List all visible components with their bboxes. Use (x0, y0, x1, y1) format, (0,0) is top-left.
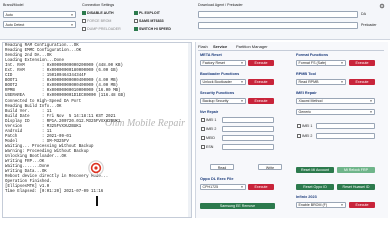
imei1-row[interactable]: IMEI 1 (201, 118, 216, 123)
chevron-down-icon: ▼ (70, 22, 74, 27)
chevron-down-icon: ▼ (240, 99, 244, 103)
download-agent-label: Download Agent / Preloader (198, 3, 243, 7)
reset-huawei-id-button[interactable]: Reset Huawei ID (337, 184, 375, 190)
checkbox-icon (134, 27, 138, 31)
samsung-ee-remove-button[interactable]: Samsung EE Remove (200, 203, 275, 209)
chevron-down-icon: ▼ (240, 61, 244, 65)
opt-pl-exploit[interactable]: PL EXPLOIT (134, 11, 160, 16)
imei2-right-row[interactable]: IMEI 2 (297, 134, 312, 139)
rpmb-execute-button[interactable]: Execute (349, 79, 375, 85)
bootloader-execute-button[interactable]: Execute (248, 79, 274, 85)
opt-sams[interactable]: SAMS MT6833 (134, 19, 164, 24)
reset-mi-account-button[interactable]: Reset Mi Account (296, 167, 334, 173)
connection-settings-label: Connection Settings (82, 3, 115, 7)
checkbox-icon (201, 145, 205, 149)
settings-icon[interactable] (378, 2, 386, 10)
oppo-select[interactable]: CPH1725 ▼ (200, 184, 246, 190)
opt-dump-preloader[interactable]: DUMP PRELOADER (82, 27, 121, 32)
nvr-repair-label: Nvr Repair (200, 110, 219, 114)
checkbox-icon (201, 127, 205, 131)
imei2-right-input[interactable] (316, 133, 375, 139)
format-execute-button[interactable]: Execute (349, 60, 375, 66)
security-functions-label: Security Functions (200, 91, 235, 95)
model-select-value: Auto Detect (5, 22, 25, 27)
generic-select[interactable]: Generic ▼ (296, 109, 375, 115)
chevron-down-icon: ▼ (340, 80, 344, 84)
chevron-down-icon: ▼ (240, 185, 244, 189)
checkbox-icon (134, 11, 138, 15)
chevron-down-icon: ▼ (369, 110, 373, 114)
opt-switch-hi-speed[interactable]: SWITCH HI SPEED (134, 27, 171, 32)
opt-disable-auth[interactable]: DISABLE AUTH (82, 11, 114, 16)
esn-row[interactable]: ESN (201, 145, 213, 150)
format-select[interactable]: Format FS (Safe) ▼ (296, 60, 346, 66)
chevron-down-icon: ▼ (369, 99, 373, 103)
tab-service[interactable]: Service (213, 45, 227, 49)
text-cursor-icon (96, 196, 98, 206)
imei-method-select[interactable]: Xiaomi Method ▼ (296, 98, 375, 104)
preloader-label: Preloader (361, 22, 377, 27)
oppo-execute-button[interactable]: Execute (248, 184, 274, 190)
model-select[interactable]: Auto Detect ▼ (3, 21, 76, 28)
meid-row[interactable]: MEID (201, 136, 215, 141)
imei-repair-label: IMEI Repair (296, 91, 317, 95)
reset-oppo-id-button[interactable]: Reset Oppo ID (296, 184, 334, 190)
checkbox-icon (297, 134, 301, 138)
watermark-text: Ohm Mobile Repair (105, 118, 185, 129)
security-select[interactable]: Backup Security ▼ (200, 98, 246, 104)
mi-relock-frp-button[interactable]: Mi Relock FRP (337, 167, 375, 173)
bootloader-select[interactable]: Unlock Bootloader ▼ (200, 79, 246, 85)
meta-execute-button[interactable]: Execute (248, 60, 274, 66)
chevron-down-icon: ▼ (240, 80, 244, 84)
preloader-path-field[interactable] (198, 22, 358, 29)
watermark-logo (88, 160, 104, 176)
checkbox-icon (201, 118, 205, 122)
opt-force-brom[interactable]: FORCE BROM (82, 19, 111, 24)
meta-select[interactable]: Factory Reset ▼ (200, 60, 246, 66)
bootloader-functions-label: Bootloader Functions (200, 72, 240, 76)
tab-underline (198, 50, 384, 51)
read-button[interactable]: Read (210, 164, 234, 170)
infinix-execute-button[interactable]: Execute (349, 202, 375, 208)
checkbox-icon (297, 124, 301, 128)
log-line: Time Elapsed: [0:01:20] 2021-07-09 11:16 (5, 190, 104, 195)
brand-select-value: Auto (5, 12, 13, 17)
log-scrollbar[interactable] (188, 43, 191, 217)
imei1-right-row[interactable]: IMEI 1 (297, 124, 312, 129)
esn-input[interactable] (222, 144, 274, 150)
da-label: DA (361, 11, 366, 16)
checkbox-icon (201, 136, 205, 140)
rpmb-select[interactable]: Read RPMB ▼ (296, 79, 346, 85)
imei2-input[interactable] (222, 126, 274, 132)
checkbox-icon (82, 11, 86, 15)
infinix-select[interactable]: Enable BROM (F) ▼ (296, 202, 346, 208)
checkbox-icon (134, 19, 138, 23)
chevron-down-icon: ▼ (340, 203, 344, 207)
da-path-field[interactable] (198, 11, 358, 18)
imei1-input[interactable] (222, 117, 274, 123)
infinix-label: Infinix 2023 (296, 195, 317, 199)
rpmb-tool-label: RPMB Tool (296, 72, 316, 76)
security-execute-button[interactable]: Execute (248, 98, 274, 104)
checkbox-icon (82, 27, 86, 31)
log-line: USERAREA : 0x000000001D1EC00000 (116.48 … (5, 94, 126, 99)
imei1-right-input[interactable] (316, 123, 375, 129)
meta-reset-label: META Reset (200, 53, 222, 57)
chevron-down-icon: ▼ (70, 12, 74, 17)
chevron-down-icon: ▼ (340, 61, 344, 65)
checkbox-icon (82, 19, 86, 23)
brand-model-label: Brand/Model (3, 3, 24, 7)
brand-select[interactable]: Auto ▼ (3, 11, 76, 18)
meid-input[interactable] (222, 135, 274, 141)
format-functions-label: Format Functions (296, 53, 329, 57)
log-panel[interactable]: Reading RAM Configuration...OK Reading EM… (2, 42, 192, 218)
write-button[interactable]: Write (258, 164, 282, 170)
oppo-dl-label: Oppo DL Exec File (200, 177, 234, 181)
tab-flash[interactable]: Flash (198, 45, 208, 49)
imei2-row[interactable]: IMEI 2 (201, 127, 216, 132)
top-panel (0, 0, 390, 40)
tab-partition-manager[interactable]: Partition Manager (236, 45, 268, 49)
